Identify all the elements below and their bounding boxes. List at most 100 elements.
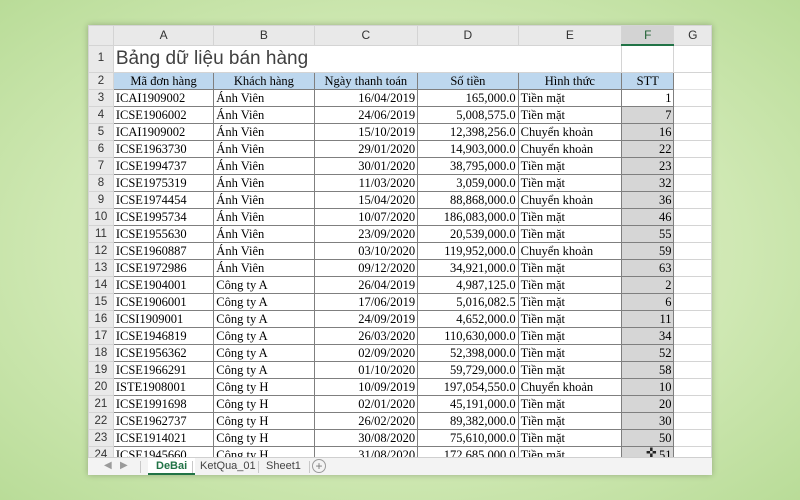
order-id-cell[interactable]: ICSE1995734 — [112, 208, 215, 226]
triangle-right-icon[interactable]: ▶ — [120, 460, 128, 471]
payment-date-cell[interactable]: 30/08/2020 — [313, 429, 419, 447]
stt-cell[interactable]: 58 — [621, 361, 675, 379]
row-header[interactable]: 15 — [88, 293, 114, 311]
order-id-cell[interactable]: ICAI1909002 — [112, 89, 215, 107]
amount-cell[interactable]: 186,083,000.0 — [417, 208, 519, 226]
order-id-cell[interactable]: ICSE1906001 — [112, 293, 215, 311]
payment-date-cell[interactable]: 26/03/2020 — [313, 327, 419, 345]
order-id-cell[interactable]: ICSE1991698 — [112, 395, 215, 413]
cell[interactable] — [673, 276, 712, 294]
payment-date-cell[interactable]: 10/07/2020 — [313, 208, 419, 226]
row-header[interactable]: 1 — [88, 44, 114, 73]
row-header[interactable]: 23 — [88, 429, 114, 447]
payment-method-cell[interactable]: Tiền mặt — [517, 395, 623, 413]
cell[interactable] — [673, 225, 712, 243]
header-payment-method[interactable]: Hình thức — [517, 72, 623, 90]
order-id-cell[interactable]: ICSE1956362 — [112, 344, 215, 362]
cell[interactable] — [673, 259, 712, 277]
customer-cell[interactable]: Công ty A — [213, 293, 315, 311]
order-id-cell[interactable]: ICSE1962737 — [112, 412, 215, 430]
customer-cell[interactable]: Công ty A — [213, 361, 315, 379]
cell[interactable] — [673, 140, 712, 158]
header-customer[interactable]: Khách hàng — [213, 72, 315, 90]
column-header-d[interactable]: D — [417, 25, 519, 46]
cell[interactable] — [673, 378, 712, 396]
payment-date-cell[interactable]: 10/09/2019 — [313, 378, 419, 396]
amount-cell[interactable]: 38,795,000.0 — [417, 157, 519, 175]
payment-date-cell[interactable]: 23/09/2020 — [313, 225, 419, 243]
payment-date-cell[interactable]: 26/04/2019 — [313, 276, 419, 294]
row-header[interactable]: 7 — [88, 157, 114, 175]
payment-method-cell[interactable]: Tiền mặt — [517, 310, 623, 328]
amount-cell[interactable]: 5,016,082.5 — [417, 293, 519, 311]
amount-cell[interactable]: 5,008,575.0 — [417, 106, 519, 124]
row-header[interactable]: 22 — [88, 412, 114, 430]
row-header[interactable]: 5 — [88, 123, 114, 141]
amount-cell[interactable]: 119,952,000.0 — [417, 242, 519, 260]
payment-method-cell[interactable]: Tiền mặt — [517, 174, 623, 192]
order-id-cell[interactable]: ICSE1994737 — [112, 157, 215, 175]
stt-cell[interactable]: 2 — [621, 276, 675, 294]
payment-method-cell[interactable]: Chuyển khoản — [517, 123, 623, 141]
cell[interactable] — [673, 157, 712, 175]
cell[interactable] — [621, 44, 675, 73]
amount-cell[interactable]: 88,868,000.0 — [417, 191, 519, 209]
order-id-cell[interactable]: ISTE1908001 — [112, 378, 215, 396]
sheet-tab-sheet1[interactable]: Sheet1 — [258, 458, 309, 475]
row-header[interactable]: 8 — [88, 174, 114, 192]
payment-date-cell[interactable]: 26/02/2020 — [313, 412, 419, 430]
payment-date-cell[interactable]: 17/06/2019 — [313, 293, 419, 311]
cell[interactable] — [673, 344, 712, 362]
stt-cell[interactable]: 7 — [621, 106, 675, 124]
customer-cell[interactable]: Công ty A — [213, 327, 315, 345]
order-id-cell[interactable]: ICSE1904001 — [112, 276, 215, 294]
payment-method-cell[interactable]: Tiền mặt — [517, 157, 623, 175]
row-header[interactable]: 13 — [88, 259, 114, 277]
payment-method-cell[interactable]: Tiền mặt — [517, 89, 623, 107]
payment-method-cell[interactable]: Tiền mặt — [517, 327, 623, 345]
customer-cell[interactable]: Ánh Viên — [213, 259, 315, 277]
amount-cell[interactable]: 52,398,000.0 — [417, 344, 519, 362]
amount-cell[interactable]: 45,191,000.0 — [417, 395, 519, 413]
payment-date-cell[interactable]: 16/04/2019 — [313, 89, 419, 107]
sheet-tab-debai[interactable]: DeBai — [148, 458, 196, 475]
payment-method-cell[interactable]: Tiền mặt — [517, 106, 623, 124]
cell[interactable] — [673, 89, 712, 107]
payment-date-cell[interactable]: 24/09/2019 — [313, 310, 419, 328]
payment-method-cell[interactable]: Chuyển khoản — [517, 378, 623, 396]
payment-date-cell[interactable]: 01/10/2020 — [313, 361, 419, 379]
customer-cell[interactable]: Công ty A — [213, 344, 315, 362]
column-header-g[interactable]: G — [673, 25, 712, 46]
payment-method-cell[interactable]: Tiền mặt — [517, 412, 623, 430]
stt-cell[interactable]: 34 — [621, 327, 675, 345]
amount-cell[interactable]: 4,652,000.0 — [417, 310, 519, 328]
header-amount[interactable]: Số tiền — [417, 72, 519, 90]
header-order-id[interactable]: Mã đơn hàng — [112, 72, 215, 90]
customer-cell[interactable]: Ánh Viên — [213, 242, 315, 260]
cell[interactable] — [673, 106, 712, 124]
payment-date-cell[interactable]: 02/09/2020 — [313, 344, 419, 362]
order-id-cell[interactable]: ICSE1975319 — [112, 174, 215, 192]
customer-cell[interactable]: Công ty A — [213, 310, 315, 328]
amount-cell[interactable]: 3,059,000.0 — [417, 174, 519, 192]
select-all-corner[interactable] — [88, 25, 114, 46]
sheet-title[interactable]: Bảng dữ liệu bán hàng — [112, 44, 623, 73]
payment-date-cell[interactable]: 29/01/2020 — [313, 140, 419, 158]
stt-cell[interactable]: 36 — [621, 191, 675, 209]
customer-cell[interactable]: Ánh Viên — [213, 174, 315, 192]
cell[interactable] — [673, 293, 712, 311]
payment-method-cell[interactable]: Tiền mặt — [517, 208, 623, 226]
stt-cell[interactable]: 22 — [621, 140, 675, 158]
order-id-cell[interactable]: ICSE1974454 — [112, 191, 215, 209]
customer-cell[interactable]: Công ty H — [213, 395, 315, 413]
payment-date-cell[interactable]: 09/12/2020 — [313, 259, 419, 277]
customer-cell[interactable]: Ánh Viên — [213, 208, 315, 226]
row-header[interactable]: 2 — [88, 72, 114, 90]
payment-date-cell[interactable]: 03/10/2020 — [313, 242, 419, 260]
customer-cell[interactable]: Ánh Viên — [213, 89, 315, 107]
customer-cell[interactable]: Ánh Viên — [213, 123, 315, 141]
customer-cell[interactable]: Ánh Viên — [213, 191, 315, 209]
row-header[interactable]: 14 — [88, 276, 114, 294]
amount-cell[interactable]: 165,000.0 — [417, 89, 519, 107]
sheet-tab-ketqua-01[interactable]: KetQua_01 — [192, 458, 264, 475]
